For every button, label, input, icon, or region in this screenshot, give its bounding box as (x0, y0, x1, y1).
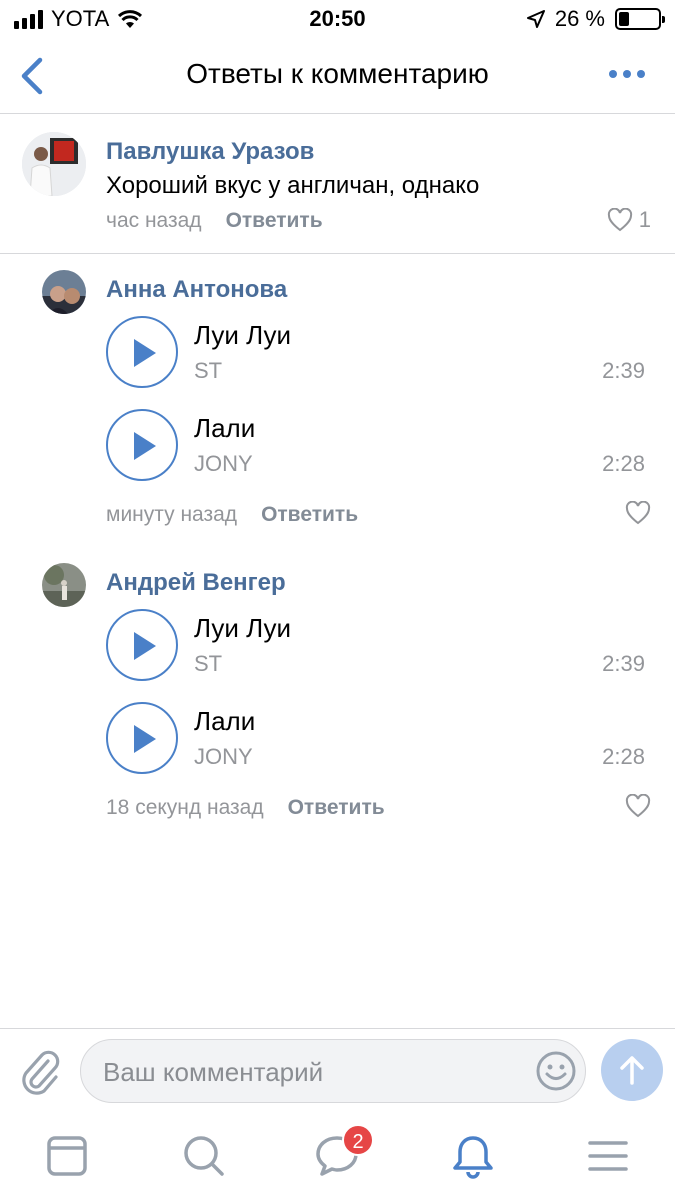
battery-percent: 26 % (554, 6, 605, 31)
location-arrow-icon (526, 10, 545, 28)
comment-input[interactable] (103, 1052, 523, 1092)
attach-button[interactable] (18, 1047, 62, 1100)
tab-bar (0, 1114, 675, 1200)
notifications-icon (453, 1136, 493, 1179)
comment-meta: 18 секунд назад Ответить (106, 796, 385, 820)
track-title: Луи Луи (194, 320, 291, 350)
track-title: Лали (194, 413, 256, 443)
audio-track[interactable]: Луи Луи ST 2:39 (106, 316, 651, 396)
play-icon (134, 339, 156, 367)
track-duration: 2:28 (602, 744, 645, 769)
news-icon (47, 1136, 87, 1176)
track-duration: 2:28 (602, 451, 645, 476)
avatar-photo (22, 132, 86, 196)
comment-composer (0, 1028, 675, 1114)
status-right: 26 % (526, 6, 665, 32)
avatar-photo (42, 563, 86, 607)
heart-icon (607, 208, 632, 232)
tab-notifications[interactable] (449, 1132, 497, 1180)
play-button[interactable] (106, 409, 178, 481)
more-button[interactable] (609, 70, 645, 78)
play-icon (134, 432, 156, 460)
avatar-photo (42, 270, 86, 314)
comment-time: 18 секунд назад (106, 796, 264, 819)
comment-time: минуту назад (106, 503, 238, 526)
comment-text: Хороший вкус у англичан, однако (106, 172, 480, 199)
search-icon (184, 1136, 224, 1176)
track-duration: 2:39 (602, 358, 645, 383)
comment-input-wrapper (80, 1039, 586, 1103)
tab-news[interactable] (43, 1132, 91, 1180)
play-button[interactable] (106, 702, 178, 774)
like-button[interactable] (625, 501, 651, 525)
comment-meta: минуту назад Ответить (106, 503, 358, 527)
heart-icon (625, 794, 651, 818)
arrow-up-icon (620, 1056, 644, 1085)
battery-icon (615, 8, 665, 30)
like-button[interactable] (625, 794, 651, 818)
like-button[interactable]: 1 (607, 207, 651, 233)
status-bar: YOTA 20:50 26 % (0, 0, 675, 40)
play-button[interactable] (106, 609, 178, 681)
send-button[interactable] (601, 1039, 663, 1101)
page-title: Ответы к комментарию (186, 58, 489, 89)
reply-button[interactable]: Ответить (261, 503, 358, 527)
comment-time: час назад (106, 209, 202, 232)
play-icon (134, 725, 156, 753)
menu-icon (588, 1141, 628, 1171)
comment-meta: час назад Ответить (106, 209, 323, 233)
audio-track[interactable]: Лали JONY 2:28 (106, 702, 651, 782)
track-title: Луи Луи (194, 613, 291, 643)
avatar[interactable] (22, 132, 86, 196)
track-title: Лали (194, 706, 256, 736)
track-duration: 2:39 (602, 651, 645, 676)
parent-comment: Павлушка Уразов Хороший вкус у англичан,… (0, 114, 675, 254)
author-name[interactable]: Андрей Венгер (106, 569, 286, 597)
play-button[interactable] (106, 316, 178, 388)
smile-icon (536, 1051, 576, 1091)
paperclip-icon (22, 1050, 60, 1095)
reply-button[interactable]: Ответить (288, 796, 385, 820)
play-icon (134, 632, 156, 660)
reply-comment: Анна Антонова Луи Луи ST 2:39 Лали JONY … (0, 254, 675, 544)
reply-button[interactable]: Ответить (226, 209, 323, 233)
avatar[interactable] (42, 270, 86, 314)
heart-icon (625, 501, 651, 525)
emoji-button[interactable] (535, 1050, 577, 1097)
author-name[interactable]: Павлушка Уразов (106, 138, 314, 166)
track-artist: ST (194, 358, 223, 383)
track-artist: JONY (194, 744, 253, 769)
audio-track[interactable]: Луи Луи ST 2:39 (106, 609, 651, 689)
audio-track[interactable]: Лали JONY 2:28 (106, 409, 651, 489)
messages-badge: 2 (342, 1124, 374, 1156)
track-artist: JONY (194, 451, 253, 476)
track-artist: ST (194, 651, 223, 676)
author-name[interactable]: Анна Антонова (106, 276, 287, 304)
tab-menu[interactable] (584, 1132, 632, 1180)
tab-search[interactable] (180, 1132, 228, 1180)
avatar[interactable] (42, 563, 86, 607)
reply-comment: Андрей Венгер Луи Луи ST 2:39 Лали JONY … (0, 547, 675, 837)
more-dots-icon (609, 70, 617, 78)
like-count: 1 (638, 207, 651, 232)
nav-bar: Ответы к комментарию (0, 40, 675, 114)
